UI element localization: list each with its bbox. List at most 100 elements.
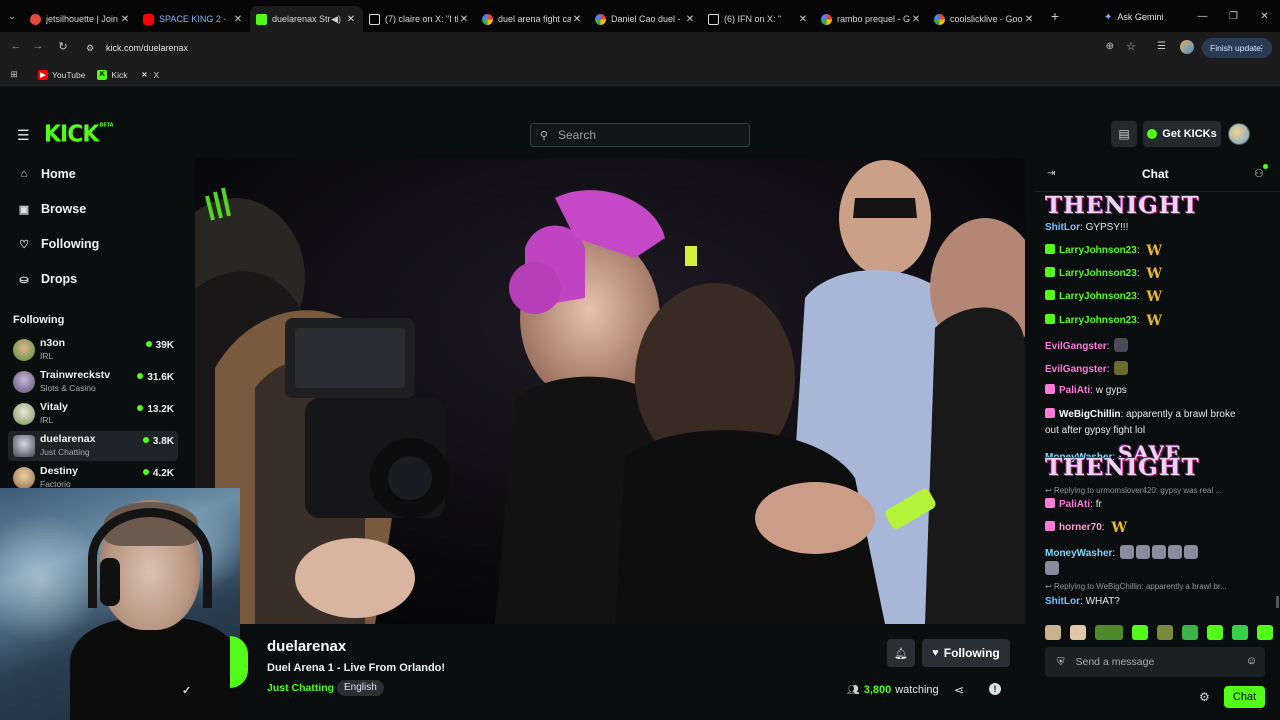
browser-tab[interactable]: duel arena fight ca ✕ xyxy=(476,6,589,32)
browser-tab[interactable]: (6) IFN on X: " ✕ xyxy=(702,6,815,32)
new-tab-button[interactable]: + xyxy=(1041,8,1069,24)
chat-message-input[interactable]: ⛨ Send a message ☺ xyxy=(1045,647,1265,677)
subscriber-badge-icon xyxy=(1045,290,1055,300)
sidebar-item-drops[interactable]: ⛀ Drops xyxy=(17,272,77,286)
avatar xyxy=(13,371,35,393)
sidebar-item-following[interactable]: ♡ Following xyxy=(17,237,99,251)
stream-category[interactable]: Just Chatting xyxy=(267,682,334,694)
layout-toggle-button[interactable]: ▤ xyxy=(1111,121,1137,147)
forward-icon[interactable]: → xyxy=(30,40,46,52)
chat-panel: ⇥ Chat ⚇ THENIGHT ShitLor: GYPSY!!! Larr… xyxy=(1035,158,1280,720)
close-tab-icon[interactable]: ✕ xyxy=(1023,14,1035,25)
chat-emote: THENIGHT xyxy=(1045,194,1200,219)
reload-icon[interactable]: ↻ xyxy=(55,40,71,53)
quick-emote[interactable] xyxy=(1157,624,1173,640)
tab-search-chevron-icon[interactable]: ⌄ xyxy=(0,0,24,32)
chat-users-icon[interactable]: ⚇ xyxy=(1254,164,1268,180)
shield-icon[interactable]: ⛨ xyxy=(1057,657,1065,668)
emoji-picker-icon[interactable]: ☺ xyxy=(1246,655,1257,667)
webcam-bg-light xyxy=(0,508,100,648)
channel-name[interactable]: duelarenax xyxy=(267,638,346,655)
bookmarks-bar: ⊞ ▶ YouTube K Kick ✕ X xyxy=(0,64,1280,86)
quick-emote[interactable] xyxy=(1257,624,1273,640)
site-info-icon[interactable]: ⚙ xyxy=(86,43,102,54)
followed-channel-trainwreckstv[interactable]: Trainwreckstv Slots & Casino 31.6K xyxy=(8,367,178,397)
close-tab-icon[interactable]: ✕ xyxy=(571,14,583,25)
minimize-icon[interactable]: — xyxy=(1187,0,1218,32)
following-heading: Following xyxy=(13,314,65,326)
close-tab-icon[interactable]: ✕ xyxy=(458,14,470,25)
share-icon[interactable]: ⋖ xyxy=(954,683,964,697)
finish-update-button[interactable]: Finish update ⋮ xyxy=(1202,38,1272,58)
apps-grid-icon[interactable]: ⊞ xyxy=(2,69,26,80)
chat-emote xyxy=(1151,545,1166,559)
maximize-icon[interactable]: ❐ xyxy=(1218,0,1249,32)
collapse-chat-icon[interactable]: ⇥ xyxy=(1047,168,1055,179)
profile-avatar[interactable] xyxy=(1180,40,1194,54)
close-window-icon[interactable]: ✕ xyxy=(1249,0,1280,32)
chat-message: PaliAti: fr xyxy=(1045,498,1102,511)
browser-tab[interactable]: Daniel Cao duel - ✕ xyxy=(589,6,702,32)
chat-message-continuation: out after gypsy fight lol xyxy=(1045,425,1146,436)
followed-channel-n3on[interactable]: n3on IRL 39K xyxy=(8,335,178,365)
chat-message-continuation xyxy=(1045,561,1059,576)
chat-message: LarryJohnson23: W xyxy=(1045,267,1162,281)
language-tag[interactable]: English xyxy=(337,680,384,696)
bookmark-youtube[interactable]: ▶ YouTube xyxy=(38,69,85,80)
x-favicon-icon xyxy=(708,13,719,25)
address-bar[interactable]: ⚙ kick.com/duelarenax ⊕ ☆ xyxy=(80,36,1146,60)
bookmark-kick[interactable]: K Kick xyxy=(97,69,127,80)
hamburger-menu-icon[interactable]: ☰ xyxy=(17,127,30,144)
reading-list-icon[interactable]: ☰ xyxy=(1157,41,1166,52)
quick-emote[interactable] xyxy=(1045,624,1061,640)
followed-channel-vitaly[interactable]: Vitaly IRL 13.2K xyxy=(8,399,178,429)
bookmark-star-icon[interactable]: ☆ xyxy=(1126,40,1136,53)
following-button[interactable]: ♥ Following xyxy=(922,639,1010,667)
back-icon[interactable]: ← xyxy=(8,40,24,52)
chat-message: LarryJohnson23: W xyxy=(1045,290,1162,304)
browser-tab[interactable]: jetsilhouette | Join ✕ xyxy=(24,6,137,32)
speaker-icon[interactable]: ◀) xyxy=(331,14,341,25)
channel-avatar[interactable] xyxy=(230,636,248,688)
quick-emote[interactable] xyxy=(1132,624,1148,640)
browser-tab[interactable]: (7) claire on X: "I th ✕ xyxy=(363,6,476,32)
quick-emote[interactable] xyxy=(1070,624,1086,640)
search-input[interactable]: ⚲ Search xyxy=(530,123,750,147)
close-tab-icon[interactable]: ✕ xyxy=(232,14,244,25)
browser-tab[interactable]: coolslicklive - Goo ✕ xyxy=(928,6,1041,32)
close-tab-icon[interactable]: ✕ xyxy=(119,14,131,25)
kick-logo[interactable]: KICKBETA xyxy=(44,121,114,147)
browser-tab[interactable]: SPACE KING 2 - ✕ xyxy=(137,6,250,32)
avatar xyxy=(13,403,35,425)
zoom-icon[interactable]: ⊕ xyxy=(1106,41,1114,52)
quick-emote[interactable] xyxy=(1232,624,1248,640)
user-avatar[interactable] xyxy=(1228,123,1250,145)
x-favicon-icon xyxy=(369,13,380,25)
close-tab-icon[interactable]: ✕ xyxy=(684,14,696,25)
quick-emote[interactable] xyxy=(1182,624,1198,640)
chat-message: LarryJohnson23: W xyxy=(1045,244,1162,258)
layout-icon: ▤ xyxy=(1118,127,1130,141)
bookmark-x[interactable]: ✕ X xyxy=(139,70,160,80)
ask-gemini-button[interactable]: ✦ Ask Gemini xyxy=(1104,8,1163,26)
send-chat-button[interactable]: Chat xyxy=(1224,686,1265,708)
chat-emote xyxy=(1135,545,1150,559)
quick-emote[interactable] xyxy=(1095,624,1123,640)
more-menu-icon: ⋮ xyxy=(1257,42,1267,53)
close-tab-icon[interactable]: ✕ xyxy=(797,14,809,25)
video-player[interactable] xyxy=(195,158,1025,624)
quick-emote[interactable] xyxy=(1207,624,1223,640)
info-icon[interactable]: ! xyxy=(989,683,1001,695)
sidebar-item-home[interactable]: ⌂ Home xyxy=(17,167,76,181)
browser-tab[interactable]: rambo prequel - G ✕ xyxy=(815,6,928,32)
browser-tab-active[interactable]: duelarenax Str ◀) ✕ xyxy=(250,6,363,32)
close-tab-icon[interactable]: ✕ xyxy=(345,14,357,25)
sidebar-item-browse[interactable]: ▣ Browse xyxy=(17,202,86,216)
chat-scrollbar[interactable] xyxy=(1276,596,1279,608)
chat-reply-preview: ↩ Replying to WeBigChillin: apparently a… xyxy=(1045,582,1227,591)
notifications-button[interactable]: 🔔︎ xyxy=(887,639,915,667)
close-tab-icon[interactable]: ✕ xyxy=(910,14,922,25)
chat-settings-icon[interactable]: ⚙ xyxy=(1199,690,1210,704)
get-kicks-button[interactable]: Get KICKs xyxy=(1143,121,1221,147)
followed-channel-duelarenax[interactable]: duelarenax Just Chatting 3.8K xyxy=(8,431,178,461)
